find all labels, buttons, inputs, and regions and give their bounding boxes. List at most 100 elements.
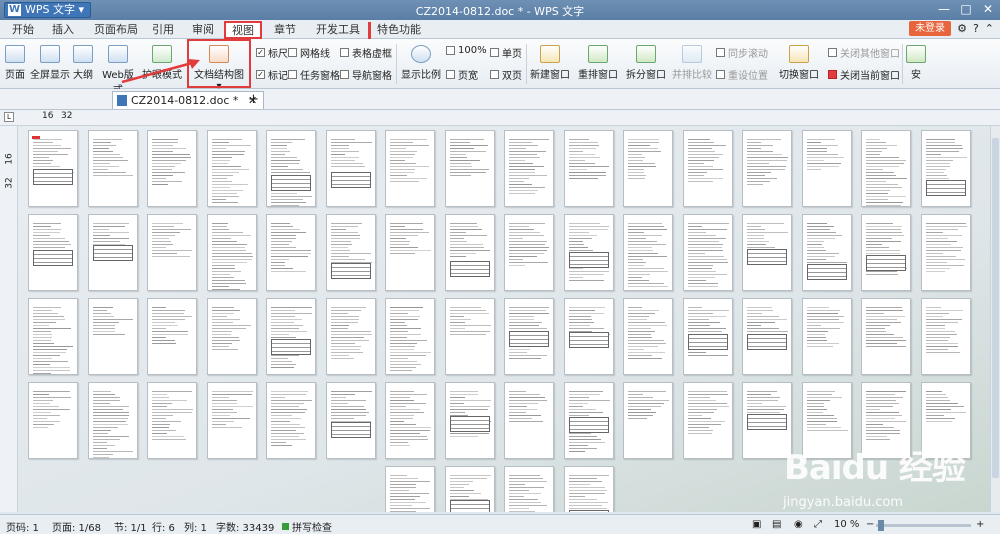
page-thumbnail[interactable] <box>385 214 435 291</box>
zoom-in-icon[interactable]: + <box>976 519 984 530</box>
page-thumbnail[interactable] <box>28 214 78 291</box>
page-thumbnail[interactable] <box>921 130 971 207</box>
page-thumbnail[interactable] <box>564 382 614 459</box>
page-view-button[interactable]: 页面 <box>4 45 26 81</box>
page-thumbnail[interactable] <box>445 214 495 291</box>
web-view-icon[interactable]: ◉ <box>794 519 803 530</box>
login-button[interactable]: 未登录 <box>909 21 952 36</box>
tab-page-layout[interactable]: 页面布局 <box>88 22 144 39</box>
new-window-button[interactable]: 新建窗口 <box>530 45 570 81</box>
maximize-button[interactable]: □ <box>958 1 974 17</box>
document-tab[interactable]: CZ2014-0812.doc * ✕ <box>112 91 265 109</box>
reading-mode-icon[interactable]: ▤ <box>772 519 781 530</box>
page-thumbnail[interactable] <box>88 382 138 459</box>
page-thumbnail[interactable] <box>147 298 197 375</box>
page-thumbnail[interactable] <box>88 130 138 207</box>
page-thumbnail[interactable] <box>88 298 138 375</box>
macro-button[interactable]: 安 <box>906 45 926 81</box>
page-thumbnail[interactable] <box>564 466 614 512</box>
page-thumbnail[interactable] <box>564 298 614 375</box>
table-gridlines-checkbox[interactable]: 表格虚框 <box>340 45 392 60</box>
page-thumbnail[interactable] <box>921 298 971 375</box>
page-thumbnail[interactable] <box>385 466 435 512</box>
page-thumbnail[interactable] <box>266 130 316 207</box>
close-button[interactable]: ✕ <box>980 1 996 17</box>
settings-icon[interactable]: ⚙ <box>957 22 967 35</box>
page-thumbnail[interactable] <box>564 214 614 291</box>
page-thumbnail[interactable] <box>802 298 852 375</box>
fullscreen-status-icon[interactable]: ⤢ <box>814 519 822 530</box>
side-by-side-button[interactable]: 并排比较 <box>672 45 712 81</box>
page-thumbnail[interactable] <box>326 130 376 207</box>
zoom-slider[interactable] <box>876 520 971 531</box>
tab-developer[interactable]: 开发工具 <box>310 22 366 39</box>
zoom-ratio-button[interactable]: 显示比例 <box>400 45 442 81</box>
page-thumbnail[interactable] <box>861 214 911 291</box>
page-thumbnail[interactable] <box>564 130 614 207</box>
page-thumbnail[interactable] <box>504 466 554 512</box>
page-thumbnail[interactable] <box>921 214 971 291</box>
page-thumbnail[interactable] <box>861 130 911 207</box>
zoom-out-icon[interactable]: − <box>866 519 874 530</box>
tab-start[interactable]: 开始 <box>6 22 40 39</box>
tab-review[interactable]: 审阅 <box>186 22 220 39</box>
markup-checkbox[interactable]: ✓ 标记 <box>256 67 288 82</box>
vertical-scrollbar[interactable] <box>990 126 1000 512</box>
page-thumbnail[interactable] <box>445 466 495 512</box>
tab-insert[interactable]: 插入 <box>46 22 80 39</box>
scrollbar-thumb[interactable] <box>992 138 999 478</box>
zoom-100-button[interactable]: 100% <box>446 45 487 56</box>
page-thumbnail[interactable] <box>504 130 554 207</box>
page-thumbnail[interactable] <box>683 130 733 207</box>
page-thumbnail[interactable] <box>207 298 257 375</box>
page-thumbnail[interactable] <box>88 214 138 291</box>
task-pane-checkbox[interactable]: 任务窗格 <box>288 67 340 82</box>
page-thumbnail[interactable] <box>326 298 376 375</box>
page-thumbnail[interactable] <box>742 298 792 375</box>
page-thumbnail[interactable] <box>266 382 316 459</box>
page-thumbnail[interactable] <box>742 130 792 207</box>
tab-view[interactable]: 视图 <box>224 21 262 39</box>
page-thumbnail[interactable] <box>266 298 316 375</box>
page-thumbnail[interactable] <box>207 382 257 459</box>
page-thumbnail[interactable] <box>326 214 376 291</box>
page-thumbnail[interactable] <box>28 298 78 375</box>
outline-button[interactable]: 大纲 <box>72 45 94 81</box>
page-thumbnail[interactable] <box>385 298 435 375</box>
tab-special-features[interactable]: 特色功能 <box>368 22 427 39</box>
page-thumbnail[interactable] <box>504 214 554 291</box>
page-thumbnail[interactable] <box>207 214 257 291</box>
tab-chapter[interactable]: 章节 <box>268 22 302 39</box>
page-thumbnail[interactable] <box>147 214 197 291</box>
page-thumbnail[interactable] <box>28 130 78 207</box>
zoom-level[interactable]: 10 % <box>834 519 859 530</box>
split-window-button[interactable]: 拆分窗口 <box>624 45 668 81</box>
page-thumbnail[interactable] <box>385 130 435 207</box>
page-thumbnail[interactable] <box>683 214 733 291</box>
page-width-button[interactable]: 页宽 <box>446 67 478 82</box>
page-thumbnail[interactable] <box>147 382 197 459</box>
help-icon[interactable]: ? <box>973 22 979 35</box>
spell-check-button[interactable]: 拼写检查 <box>282 519 332 534</box>
nav-pane-checkbox[interactable]: 导航窗格 <box>340 67 392 82</box>
page-thumbnail[interactable] <box>623 382 673 459</box>
fullscreen-button[interactable]: 全屏显示 <box>30 45 70 81</box>
rearrange-window-button[interactable]: 重排窗口 <box>576 45 620 81</box>
page-thumbnail[interactable] <box>802 214 852 291</box>
minimize-button[interactable]: — <box>936 1 952 17</box>
page-thumbnail[interactable] <box>623 298 673 375</box>
close-others-button[interactable]: 关闭其他窗口 <box>828 45 900 60</box>
view-mode-icon[interactable]: ▣ <box>752 519 761 530</box>
page-thumbnail[interactable] <box>385 382 435 459</box>
close-current-button[interactable]: 关闭当前窗口 <box>828 67 900 82</box>
page-thumbnail[interactable] <box>28 382 78 459</box>
page-thumbnail[interactable] <box>683 298 733 375</box>
single-page-button[interactable]: 单页 <box>490 45 522 60</box>
reset-position-button[interactable]: 重设位置 <box>716 67 768 82</box>
page-thumbnail[interactable] <box>742 214 792 291</box>
sync-scroll-button[interactable]: 同步滚动 <box>716 45 768 60</box>
page-thumbnail[interactable] <box>445 382 495 459</box>
zoom-slider-knob[interactable] <box>878 520 884 531</box>
page-thumbnail[interactable] <box>504 382 554 459</box>
collapse-ribbon-icon[interactable]: ⌃ <box>985 22 994 35</box>
